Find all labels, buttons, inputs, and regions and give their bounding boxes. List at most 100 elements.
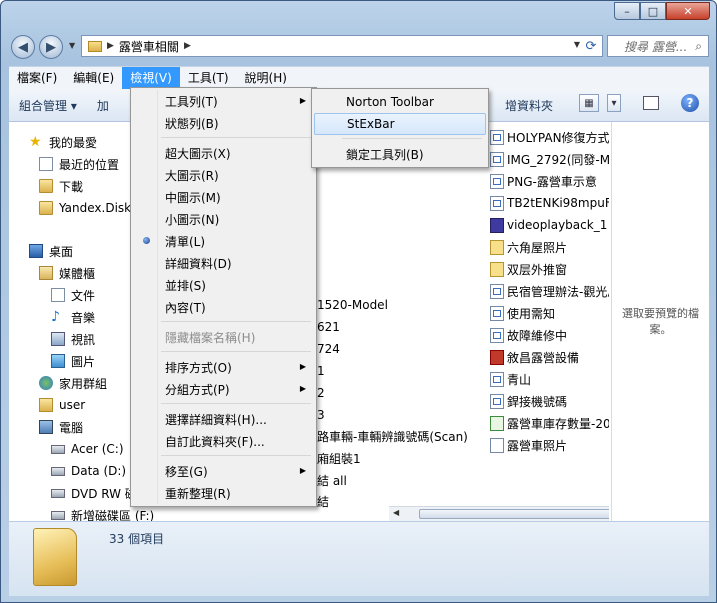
list-item[interactable]: 双层外推窗 <box>490 259 567 279</box>
change-view-icon[interactable]: ▦ <box>579 94 599 112</box>
view-options-dropdown-icon[interactable]: ▾ <box>607 94 621 112</box>
breadcrumb-chevron-icon[interactable]: ▶ <box>184 41 191 51</box>
nav-user[interactable]: user <box>39 395 85 415</box>
new-folder-button-partial[interactable]: 增資料夾 <box>495 97 563 114</box>
menu-small-icons[interactable]: 小圖示(N) <box>133 208 314 230</box>
list-item[interactable]: 故障維修中 <box>490 325 567 345</box>
list-item[interactable]: 廂組裝1 <box>317 448 361 468</box>
nav-video[interactable]: 視訊 <box>51 329 95 349</box>
menu-view[interactable]: 檢視(V) <box>122 67 180 89</box>
menu-refresh[interactable]: 重新整理(R) <box>133 482 314 504</box>
submenu-lock-toolbars[interactable]: 鎖定工具列(B) <box>314 143 486 165</box>
nav-recent[interactable]: 最近的位置 <box>39 154 119 174</box>
recent-pages-dropdown[interactable]: ▼ <box>69 41 75 50</box>
nav-pictures[interactable]: 圖片 <box>51 351 95 371</box>
menu-large-icons[interactable]: 大圖示(R) <box>133 164 314 186</box>
nav-drive-c[interactable]: Acer (C:) <box>51 439 124 459</box>
organize-button[interactable]: 組合管理 ▾ <box>9 97 87 114</box>
nav-desktop[interactable]: 桌面 <box>29 241 73 261</box>
nav-drive-d[interactable]: Data (D:) <box>51 461 126 481</box>
folder-icon <box>88 40 102 52</box>
list-item[interactable]: videoplayback_1 <box>490 215 607 235</box>
menu-sort-by[interactable]: 排序方式(O) ▶ <box>133 356 314 378</box>
list-item[interactable]: 敘昌露營設備 <box>490 347 579 367</box>
menu-label: 移至(G) <box>165 464 208 479</box>
music-icon: ♪ <box>51 309 60 325</box>
list-item[interactable]: 路車輛-車輛辨識號碼(Scan) <box>317 426 468 446</box>
breadcrumb-chevron-icon[interactable]: ▶ <box>107 41 114 51</box>
menu-extra-large-icons[interactable]: 超大圖示(X) <box>133 142 314 164</box>
search-icon[interactable]: ⌕ <box>695 39 702 54</box>
nav-documents[interactable]: 文件 <box>51 285 95 305</box>
menu-group-by[interactable]: 分組方式(P) ▶ <box>133 378 314 400</box>
submenu-norton-toolbar[interactable]: Norton Toolbar <box>314 91 486 113</box>
file-name: 双层外推窗 <box>507 262 568 277</box>
add-button-partial[interactable]: 加 <box>87 97 119 114</box>
forward-button[interactable]: ▶ <box>39 35 63 59</box>
menu-customize-folder[interactable]: 自訂此資料夾(F)... <box>133 430 314 452</box>
nav-homegroup[interactable]: 家用群組 <box>39 373 107 393</box>
list-item[interactable]: 銲接機號碼 <box>490 391 567 411</box>
list-item[interactable]: IMG_2792(同發-MS <box>490 149 609 169</box>
list-item[interactable]: 民宿管理辦法-觀光局 <box>490 281 609 301</box>
menu-choose-details[interactable]: 選擇詳細資料(H)... <box>133 408 314 430</box>
menu-status-bar[interactable]: 狀態列(B) <box>133 112 314 134</box>
maximize-button[interactable]: □ <box>640 2 666 20</box>
list-item[interactable]: 2 <box>317 383 325 403</box>
list-item[interactable]: HOLYPAN修復方式 <box>490 127 609 147</box>
menu-tiles[interactable]: 並排(S) <box>133 274 314 296</box>
list-item[interactable]: 1520-Model <box>317 295 388 315</box>
menu-medium-icons[interactable]: 中圖示(M) <box>133 186 314 208</box>
scroll-left-icon[interactable]: ◀ <box>393 508 399 517</box>
list-item[interactable]: 青山 <box>490 369 531 389</box>
nav-favorites[interactable]: ★ 我的最愛 <box>29 132 97 152</box>
search-input[interactable]: 搜尋 露營... <box>624 38 687 55</box>
menu-help[interactable]: 說明(H) <box>237 67 295 89</box>
menu-content[interactable]: 內容(T) <box>133 296 314 318</box>
menu-list[interactable]: 清單(L) <box>133 230 314 252</box>
refresh-icon[interactable]: ⟳ <box>582 37 600 55</box>
nav-downloads[interactable]: 下載 <box>39 176 83 196</box>
minimize-button[interactable]: – <box>614 2 640 20</box>
nav-dvd-drive[interactable]: DVD RW 磁 <box>51 483 137 503</box>
file-name: 露營車照片 <box>507 438 568 453</box>
breadcrumb-current-folder[interactable]: 露營車相關 <box>119 38 179 55</box>
list-item[interactable]: TB2tENKi98mpuFjS <box>490 193 609 213</box>
nav-drive-f[interactable]: 新增磁碟區 (F:) <box>51 505 154 521</box>
list-item[interactable]: 1 <box>317 361 325 381</box>
list-item[interactable]: 724 <box>317 339 340 359</box>
address-dropdown-icon[interactable]: ▼ <box>574 40 580 49</box>
help-icon[interactable]: ? <box>681 94 699 112</box>
nav-music[interactable]: ♪ 音樂 <box>51 307 95 327</box>
close-button[interactable]: ✕ <box>666 2 710 20</box>
folder-icon <box>490 239 504 255</box>
list-item[interactable]: 結 <box>317 491 329 511</box>
drive-icon <box>51 466 65 476</box>
menu-toolbars[interactable]: 工具列(T) ▶ <box>133 90 314 112</box>
list-item[interactable]: 621 <box>317 317 340 337</box>
recent-places-icon <box>39 157 53 171</box>
back-button[interactable]: ◀ <box>11 35 35 59</box>
menu-go-to[interactable]: 移至(G) ▶ <box>133 460 314 482</box>
list-item[interactable]: 使用需知 <box>490 303 555 323</box>
list-item[interactable]: 六角屋照片 <box>490 237 567 257</box>
scrollbar-thumb[interactable] <box>419 509 609 519</box>
submenu-stexbar[interactable]: StExBar <box>314 113 486 135</box>
horizontal-scrollbar[interactable]: ◀ ▶ <box>389 506 609 521</box>
menu-details[interactable]: 詳細資料(D) <box>133 252 314 274</box>
search-box[interactable]: 搜尋 露營... ⌕ <box>607 35 709 57</box>
list-item[interactable]: 結 all <box>317 470 347 490</box>
menu-file[interactable]: 檔案(F) <box>9 67 65 89</box>
nav-libraries[interactable]: 媒體櫃 <box>39 263 95 283</box>
nav-label: Yandex.Disk <box>59 201 132 215</box>
nav-yandex[interactable]: Yandex.Disk <box>39 198 131 218</box>
list-item[interactable]: 露營車照片 <box>490 435 567 455</box>
nav-computer[interactable]: 電腦 <box>39 417 83 437</box>
menu-edit[interactable]: 編輯(E) <box>65 67 122 89</box>
menu-tools[interactable]: 工具(T) <box>180 67 237 89</box>
list-item[interactable]: 露營車庫存數量-201 <box>490 413 609 433</box>
preview-pane-icon[interactable] <box>643 96 659 110</box>
list-item[interactable]: 3 <box>317 405 325 425</box>
address-bar[interactable]: ▶ 露營車相關 ▶ ▼ ⟳ <box>81 35 603 57</box>
list-item[interactable]: PNG-露營車示意 <box>490 171 597 191</box>
